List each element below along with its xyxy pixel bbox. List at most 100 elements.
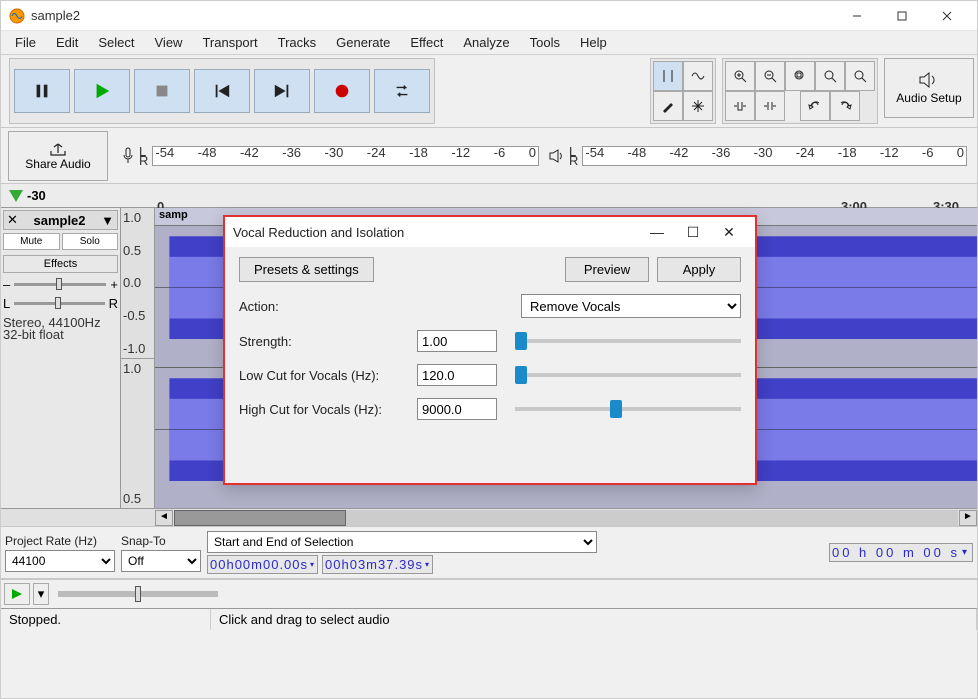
action-select[interactable]: Remove Vocals: [521, 294, 741, 318]
pan-slider[interactable]: L R: [3, 296, 118, 311]
selection-start-time[interactable]: 00h00m00.00s▾: [207, 555, 318, 574]
envelope-tool-icon[interactable]: [683, 61, 713, 91]
scroll-right-icon[interactable]: ►: [959, 510, 977, 526]
window-title: sample2: [31, 8, 834, 23]
menu-select[interactable]: Select: [88, 32, 144, 53]
menu-file[interactable]: File: [5, 32, 46, 53]
menu-transport[interactable]: Transport: [192, 32, 267, 53]
zoom-toggle-icon[interactable]: [845, 61, 875, 91]
lr-label: LR: [569, 147, 578, 165]
pause-button[interactable]: [14, 69, 70, 113]
fit-selection-icon[interactable]: [785, 61, 815, 91]
menu-help[interactable]: Help: [570, 32, 617, 53]
strength-input[interactable]: [417, 330, 497, 352]
speaker-meter-icon: [549, 148, 565, 164]
snap-to-select[interactable]: Off: [121, 550, 201, 572]
project-rate-label: Project Rate (Hz): [5, 534, 115, 548]
playhead-icon[interactable]: [9, 190, 23, 202]
apply-button[interactable]: Apply: [657, 257, 741, 282]
speaker-icon: [918, 71, 940, 89]
loop-button[interactable]: [374, 69, 430, 113]
timeline-ruler[interactable]: -30 0 3:00 3:30: [1, 184, 977, 208]
selection-end-time[interactable]: 00h03m37.39s▾: [322, 555, 433, 574]
lowcut-label: Low Cut for Vocals (Hz):: [239, 368, 409, 383]
silence-icon[interactable]: [755, 91, 785, 121]
play-at-speed-menu[interactable]: ▾: [33, 583, 49, 605]
presets-settings-button[interactable]: Presets & settings: [239, 257, 374, 282]
share-icon: [49, 141, 67, 157]
share-audio-button[interactable]: Share Audio: [8, 131, 108, 181]
menu-generate[interactable]: Generate: [326, 32, 400, 53]
preview-button[interactable]: Preview: [565, 257, 649, 282]
fit-project-icon[interactable]: [815, 61, 845, 91]
menu-view[interactable]: View: [145, 32, 193, 53]
recording-meter[interactable]: -54-48-42-36-30-24-18-12-60: [152, 146, 539, 166]
scroll-thumb[interactable]: [174, 510, 346, 526]
amplitude-scale: 1.00.50.0-0.5-1.0 1.00.5: [121, 208, 155, 508]
project-rate-select[interactable]: 44100: [5, 550, 115, 572]
lowcut-slider[interactable]: [515, 373, 741, 377]
draw-tool-icon[interactable]: [653, 91, 683, 121]
status-hint: Click and drag to select audio: [211, 609, 977, 630]
toolbar-meter-row: Share Audio LR -54-48-42-36-30-24-18-12-…: [1, 128, 977, 184]
mic-icon: [121, 147, 135, 165]
highcut-input[interactable]: [417, 398, 497, 420]
horizontal-scrollbar[interactable]: ◄ ►: [1, 508, 977, 526]
status-state: Stopped.: [1, 609, 211, 630]
minimize-button[interactable]: [834, 2, 879, 30]
record-button[interactable]: [314, 69, 370, 113]
menu-tools[interactable]: Tools: [520, 32, 570, 53]
audio-setup-button[interactable]: Audio Setup: [884, 58, 974, 118]
menu-analyze[interactable]: Analyze: [453, 32, 519, 53]
redo-icon[interactable]: [830, 91, 860, 121]
speed-slider[interactable]: [58, 591, 218, 597]
solo-button[interactable]: Solo: [62, 233, 119, 250]
menu-effect[interactable]: Effect: [400, 32, 453, 53]
lr-label: LR: [139, 147, 148, 165]
multi-tool-icon[interactable]: [683, 91, 713, 121]
undo-icon[interactable]: [800, 91, 830, 121]
playback-position[interactable]: 00 h 00 m 00 s▾: [829, 543, 973, 562]
action-label: Action:: [239, 299, 409, 314]
selection-mode-select[interactable]: Start and End of Selection: [207, 531, 597, 553]
close-button[interactable]: [924, 2, 969, 30]
play-button[interactable]: [74, 69, 130, 113]
trim-icon[interactable]: [725, 91, 755, 121]
track-info: Stereo, 44100Hz 32-bit float: [3, 317, 118, 341]
mute-button[interactable]: Mute: [3, 233, 60, 250]
status-bar: Stopped. Click and drag to select audio: [1, 608, 977, 630]
dialog-maximize-button[interactable]: ☐: [675, 224, 711, 241]
zoom-in-icon[interactable]: [725, 61, 755, 91]
stop-button[interactable]: [134, 69, 190, 113]
share-audio-label: Share Audio: [25, 157, 90, 171]
track-close-icon[interactable]: ✕: [7, 212, 18, 228]
dialog-title: Vocal Reduction and Isolation: [233, 225, 639, 240]
strength-slider[interactable]: [515, 339, 741, 343]
track-name[interactable]: sample2: [33, 213, 85, 228]
gain-slider[interactable]: – +: [3, 277, 118, 292]
snap-to-label: Snap-To: [121, 534, 201, 548]
play-at-speed-bar: ▾: [1, 579, 977, 608]
app-icon: [9, 8, 25, 24]
dialog-close-button[interactable]: ✕: [711, 224, 747, 241]
menu-edit[interactable]: Edit: [46, 32, 88, 53]
lowcut-input[interactable]: [417, 364, 497, 386]
playback-meter[interactable]: -54-48-42-36-30-24-18-12-60: [582, 146, 967, 166]
highcut-label: High Cut for Vocals (Hz):: [239, 402, 409, 417]
zoom-out-icon[interactable]: [755, 61, 785, 91]
highcut-slider[interactable]: [515, 407, 741, 411]
dialog-titlebar[interactable]: Vocal Reduction and Isolation — ☐ ✕: [225, 217, 755, 247]
skip-end-button[interactable]: [254, 69, 310, 113]
maximize-button[interactable]: [879, 2, 924, 30]
effects-button[interactable]: Effects: [3, 255, 118, 273]
vocal-reduction-dialog: Vocal Reduction and Isolation — ☐ ✕ Pres…: [223, 215, 757, 485]
selection-toolbar: Project Rate (Hz) 44100 Snap-To Off Star…: [1, 526, 977, 579]
menu-tracks[interactable]: Tracks: [268, 32, 327, 53]
scroll-left-icon[interactable]: ◄: [155, 510, 173, 526]
play-at-speed-button[interactable]: [4, 583, 30, 605]
menubar: File Edit Select View Transport Tracks G…: [1, 31, 977, 55]
track-menu-icon[interactable]: ▼: [101, 213, 114, 228]
dialog-minimize-button[interactable]: —: [639, 224, 675, 240]
skip-start-button[interactable]: [194, 69, 250, 113]
selection-tool-icon[interactable]: [653, 61, 683, 91]
